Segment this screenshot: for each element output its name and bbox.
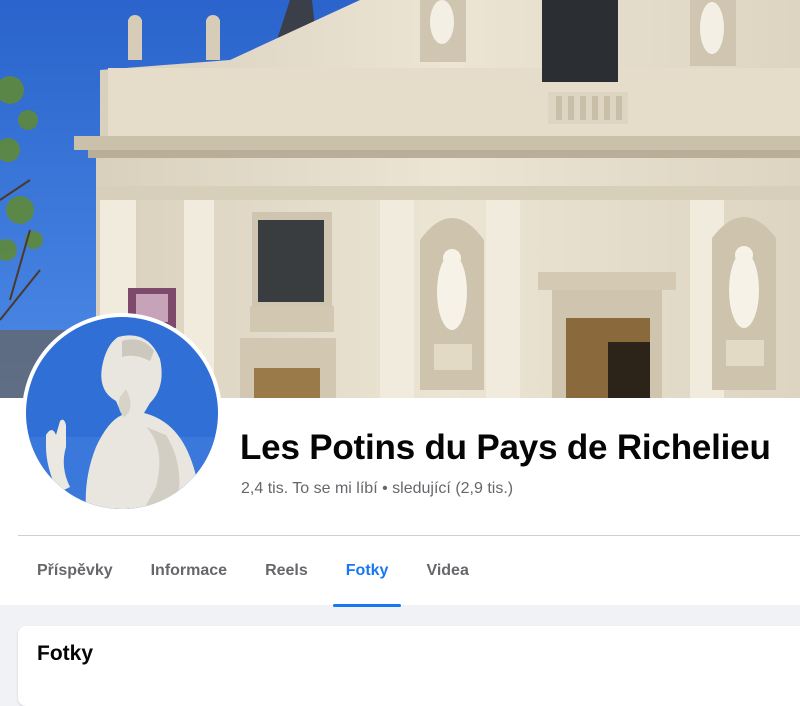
tab-label: Informace — [150, 562, 228, 579]
section-title: Fotky — [37, 642, 94, 665]
photos-section-card: Fotky — [18, 626, 800, 706]
page-stats: 2,4 tis. To se mi líbí • sledující (2,9 … — [241, 480, 513, 498]
tab-label: Fotky — [345, 562, 389, 579]
tab-reels[interactable]: Reels — [246, 536, 327, 606]
likes-count[interactable]: 2,4 tis. To se mi líbí — [241, 480, 378, 497]
profile-avatar[interactable] — [22, 313, 222, 513]
tab-label: Příspěvky — [37, 562, 113, 579]
tab-videos[interactable]: Videa — [407, 536, 487, 606]
followers-count[interactable]: sledující (2,9 tis.) — [392, 480, 513, 497]
tab-photos[interactable]: Fotky — [327, 536, 408, 607]
tab-about[interactable]: Informace — [132, 536, 246, 606]
statue-profile-image — [26, 317, 218, 509]
stats-separator: • — [382, 480, 388, 497]
page-title: Les Potins du Pays de Richelieu — [240, 428, 771, 467]
page-tabs: Příspěvky Informace Reels Fotky Videa — [18, 536, 488, 607]
tab-label: Videa — [426, 562, 469, 579]
tab-label: Reels — [265, 562, 308, 579]
tab-posts[interactable]: Příspěvky — [18, 536, 132, 606]
